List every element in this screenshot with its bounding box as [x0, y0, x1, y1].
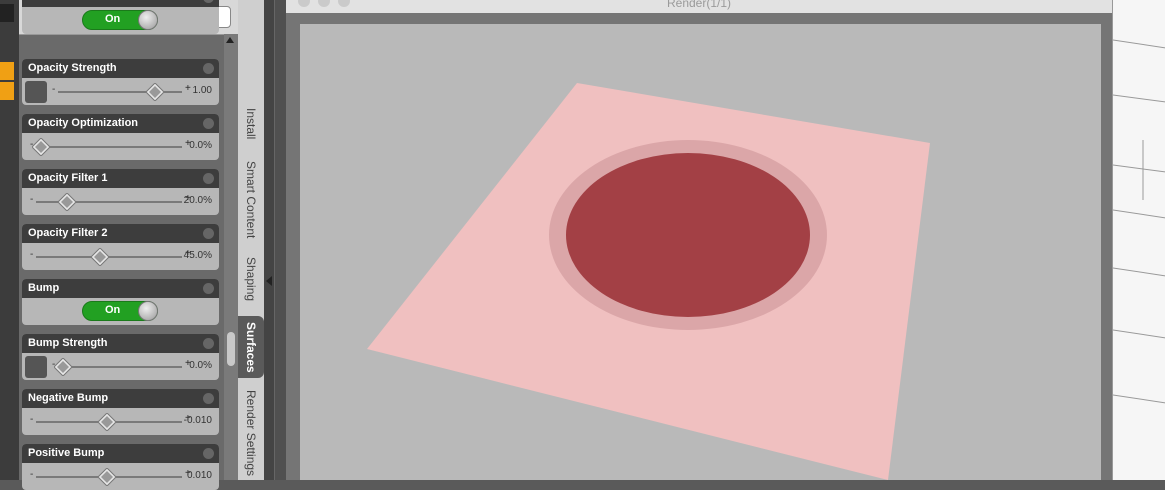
- property-header: Opacity Strength: [22, 59, 219, 78]
- property-header: Bump Strength: [22, 334, 219, 353]
- property-label: Bump: [28, 282, 60, 294]
- slider-knob[interactable]: [32, 138, 50, 156]
- toggle-knob[interactable]: [138, 10, 158, 30]
- slider-knob[interactable]: [98, 413, 116, 431]
- toggle-state: On: [105, 304, 121, 316]
- property-card: Opacity Filter 1- +20.0%: [22, 169, 219, 215]
- plus-icon[interactable]: +: [185, 83, 191, 94]
- slider-knob[interactable]: [58, 193, 77, 211]
- property-label: Positive Bump: [28, 447, 105, 459]
- slider-value[interactable]: 45.0%: [184, 250, 212, 261]
- gear-icon[interactable]: [203, 118, 214, 129]
- zoom-window-button[interactable]: [338, 0, 350, 7]
- property-label: Opacity Filter 2: [28, 227, 108, 239]
- property-card: Negative Bump - + -0.010: [22, 389, 219, 435]
- slider-value[interactable]: 20.0%: [184, 195, 212, 206]
- right-side-window: [1112, 0, 1165, 480]
- rendered-disc: [566, 153, 810, 317]
- property-header: Opacity Filter 2: [22, 224, 219, 243]
- panel-scrollbar[interactable]: [224, 34, 238, 480]
- minus-icon[interactable]: -: [30, 249, 33, 260]
- gear-icon[interactable]: [203, 393, 214, 404]
- surfaces-panel: On Opacity Strength - +1.00 Opacity Optimiza…: [19, 0, 238, 490]
- scroll-up-arrow-icon[interactable]: [226, 37, 234, 43]
- slider-knob[interactable]: [146, 83, 165, 101]
- tab-render-settings[interactable]: Render Settings: [238, 386, 264, 480]
- slider-track[interactable]: [36, 146, 182, 148]
- property-card: Bump Strength - +0.0%: [22, 334, 219, 380]
- tab-shaping[interactable]: Shaping: [238, 252, 264, 306]
- render-image: [367, 83, 930, 480]
- gear-icon[interactable]: [203, 338, 214, 349]
- on-off-toggle[interactable]: On: [82, 301, 158, 321]
- edge-marker-orange[interactable]: [0, 82, 14, 100]
- property-header: Negative Bump: [22, 389, 219, 408]
- property-card: Bump On: [22, 279, 219, 325]
- map-swatch-button[interactable]: [25, 356, 47, 378]
- slider-track[interactable]: [58, 366, 182, 368]
- gear-icon[interactable]: [203, 448, 214, 459]
- property-label: Opacity Optimization: [28, 117, 139, 129]
- pane-divider[interactable]: [264, 0, 274, 480]
- toggle-knob[interactable]: [138, 301, 158, 321]
- tab-install[interactable]: Install: [238, 100, 264, 148]
- property-label: Opacity Strength: [28, 62, 117, 74]
- edge-marker-orange[interactable]: [0, 62, 14, 80]
- property-label: Bump Strength: [28, 337, 108, 349]
- property-header: [22, 0, 219, 7]
- render-window-title: Render(1/1): [666, 0, 732, 10]
- gear-icon[interactable]: [203, 283, 214, 294]
- gear-icon[interactable]: [203, 228, 214, 239]
- property-card: On: [22, 0, 219, 34]
- slider-value[interactable]: 0.0%: [189, 360, 212, 371]
- slider-value[interactable]: 0.0%: [189, 140, 212, 151]
- tab-surfaces[interactable]: Surfaces: [238, 316, 264, 378]
- left-edge-strip: [0, 0, 19, 480]
- collapse-arrow-icon[interactable]: [266, 276, 272, 286]
- minus-icon[interactable]: -: [30, 194, 33, 205]
- render-window: Render(1/1): [286, 0, 1112, 480]
- property-card: Opacity Filter 2- +45.0%: [22, 224, 219, 270]
- slider-value[interactable]: 1.00: [193, 85, 212, 96]
- on-off-toggle[interactable]: On: [82, 10, 158, 30]
- scroll-thumb[interactable]: [227, 332, 235, 366]
- close-window-button[interactable]: [298, 0, 310, 7]
- gear-icon[interactable]: [203, 173, 214, 184]
- slider-knob[interactable]: [91, 248, 110, 266]
- gear-icon[interactable]: [203, 0, 214, 3]
- minimize-window-button[interactable]: [318, 0, 330, 7]
- slider-knob[interactable]: [54, 358, 72, 376]
- slider-knob[interactable]: [98, 468, 116, 486]
- property-card: Opacity Strength - +1.00: [22, 59, 219, 105]
- right-window-lines: [1112, 39, 1165, 404]
- render-viewport[interactable]: [300, 24, 1101, 480]
- property-label: Opacity Filter 1: [28, 172, 108, 184]
- property-header: Opacity Filter 1: [22, 169, 219, 188]
- toggle-state: On: [105, 13, 121, 25]
- edge-marker: [0, 4, 14, 22]
- tab-smart-content[interactable]: Smart Content: [238, 155, 264, 245]
- property-card: Opacity Optimization - +0.0%: [22, 114, 219, 160]
- gear-icon[interactable]: [203, 63, 214, 74]
- property-header: Bump: [22, 279, 219, 298]
- minus-icon[interactable]: -: [30, 414, 33, 425]
- minus-icon[interactable]: -: [52, 84, 55, 95]
- map-swatch-button[interactable]: [25, 81, 47, 103]
- slider-value[interactable]: 0.010: [187, 470, 212, 481]
- render-window-titlebar[interactable]: Render(1/1): [286, 0, 1112, 13]
- minus-icon[interactable]: -: [30, 469, 33, 480]
- property-card: Positive Bump - +0.010: [22, 444, 219, 490]
- property-header: Positive Bump: [22, 444, 219, 463]
- property-label: Negative Bump: [28, 392, 109, 404]
- property-header: Opacity Optimization: [22, 114, 219, 133]
- vertical-tab-bar: Install Smart Content Shaping Surfaces Rende…: [238, 0, 264, 480]
- slider-value[interactable]: -0.010: [184, 415, 212, 426]
